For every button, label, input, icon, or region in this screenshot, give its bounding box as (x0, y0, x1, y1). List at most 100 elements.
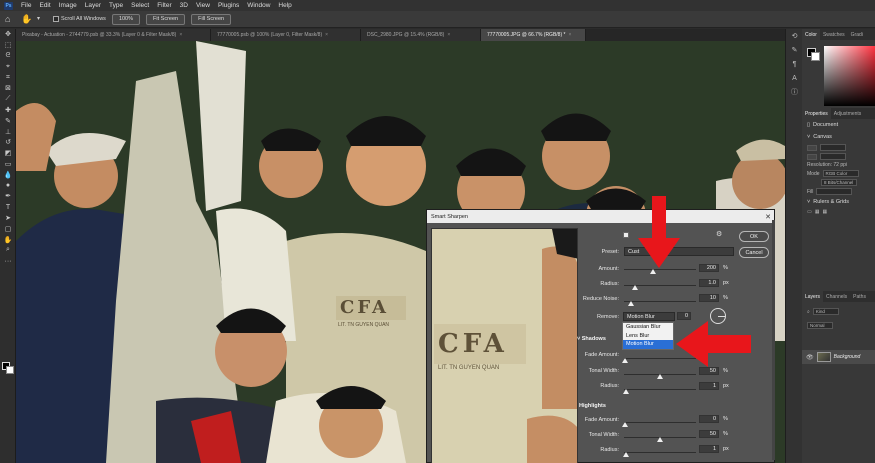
hl-fade-knob[interactable] (622, 422, 628, 427)
tab-channels[interactable]: Channels (823, 291, 850, 302)
close-icon[interactable]: × (447, 32, 450, 38)
move-tool-icon[interactable]: ✥ (0, 29, 16, 40)
option-lens-blur[interactable]: Lens Blur (623, 332, 673, 341)
shadows-tonal-input[interactable]: 50 (699, 367, 719, 375)
menu-plugins[interactable]: Plugins (218, 2, 239, 9)
background-color-swatch[interactable] (6, 366, 14, 374)
quick-select-tool-icon[interactable]: ⌖ (0, 61, 16, 72)
tab-gradients[interactable]: Gradi (848, 29, 866, 40)
menu-layer[interactable]: Layer (85, 2, 101, 9)
history-brush-tool-icon[interactable]: ↺ (0, 137, 16, 148)
menu-edit[interactable]: Edit (39, 2, 50, 9)
character-icon[interactable]: A (786, 71, 803, 85)
hl-radius-knob[interactable] (623, 452, 629, 457)
eyedropper-tool-icon[interactable]: ⟋ (0, 94, 16, 105)
option-motion-blur[interactable]: Motion Blur (623, 340, 673, 349)
cancel-button[interactable]: Cancel (739, 247, 769, 258)
zoom-tool-icon[interactable]: ⌕ (0, 245, 16, 256)
dodge-tool-icon[interactable]: ● (0, 180, 16, 191)
kind-select[interactable]: Kind (812, 308, 839, 315)
hl-tonal-knob[interactable] (657, 437, 663, 442)
menu-3d[interactable]: 3D (180, 2, 188, 9)
menu-select[interactable]: Select (131, 2, 149, 9)
brush-settings-icon[interactable]: ✎ (786, 43, 803, 57)
layer-background[interactable]: 👁 Background (802, 350, 875, 364)
blend-mode-select[interactable]: Normal (807, 322, 833, 329)
hl-radius-slider[interactable] (624, 452, 696, 453)
blur-tool-icon[interactable]: 💧 (0, 169, 16, 180)
tab-doc-1[interactable]: Pixabay - Actuation - 2744779.psb @ 33.3… (16, 29, 211, 41)
menu-file[interactable]: File (21, 2, 31, 9)
pen-tool-icon[interactable]: ✒ (0, 191, 16, 202)
clone-stamp-tool-icon[interactable]: ⊥ (0, 126, 16, 137)
eye-icon[interactable]: 👁 (806, 354, 814, 361)
option-gaussian-blur[interactable]: Gaussian Blur (623, 323, 673, 332)
close-icon[interactable]: × (179, 32, 182, 38)
shadows-radius-slider[interactable] (624, 389, 696, 390)
menu-filter[interactable]: Filter (157, 2, 171, 9)
color-picker-field[interactable] (824, 46, 875, 106)
reduce-noise-input[interactable]: 10 (699, 294, 719, 302)
gradient-tool-icon[interactable]: ▭ (0, 159, 16, 170)
hand-tool-icon[interactable]: ✋ (21, 14, 32, 24)
reduce-noise-slider[interactable] (624, 301, 696, 302)
history-icon[interactable]: ⟲ (786, 29, 803, 43)
menu-view[interactable]: View (196, 2, 210, 9)
lasso-tool-icon[interactable]: ᘓ (0, 51, 16, 62)
mode-select[interactable]: RGB Color (822, 170, 859, 177)
brush-tool-icon[interactable]: ✎ (0, 115, 16, 126)
guides-icon[interactable]: ▦ (822, 209, 827, 215)
frame-tool-icon[interactable]: ⊠ (0, 83, 16, 94)
healing-brush-tool-icon[interactable]: ✚ (0, 105, 16, 116)
shadows-fade-knob[interactable] (622, 358, 628, 363)
menu-help[interactable]: Help (278, 2, 291, 9)
ruler-icon[interactable]: ▭ (807, 209, 812, 215)
amount-input[interactable]: 200 (699, 264, 719, 272)
tab-layers[interactable]: Layers (802, 291, 824, 302)
fit-screen-button[interactable]: Fit Screen (146, 13, 186, 25)
close-icon[interactable]: × (568, 32, 571, 38)
close-icon[interactable]: × (325, 32, 328, 38)
shadows-section-title[interactable]: ˅ Shadows (577, 336, 606, 342)
hl-fade-slider[interactable] (624, 422, 696, 423)
tab-adjustments[interactable]: Adjustments (831, 108, 865, 119)
h-field[interactable] (807, 153, 817, 160)
canvas-section[interactable]: ˅ Canvas (802, 131, 875, 143)
chevron-down-icon[interactable]: ▾ (37, 14, 47, 24)
shadows-tonal-knob[interactable] (657, 374, 663, 379)
paragraph-icon[interactable]: ¶ (786, 57, 803, 71)
tab-doc-2[interactable]: 77770005.psb @ 100% (Layer 0, Filter Mas… (211, 29, 361, 41)
fill-screen-button[interactable]: Fill Screen (191, 13, 232, 25)
settings-gear-icon[interactable]: ⚙ (716, 230, 722, 238)
angle-input[interactable]: 0 (677, 312, 691, 320)
background-color-swatch[interactable] (811, 52, 820, 61)
info-icon[interactable]: ⓘ (786, 85, 803, 99)
highlights-section-title[interactable]: Highlights (579, 403, 606, 409)
menu-window[interactable]: Window (247, 2, 270, 9)
hand-tool-icon[interactable]: ✋ (0, 234, 16, 245)
photoshop-logo[interactable]: Ps (4, 1, 13, 10)
zoom-100-button[interactable]: 100% (111, 13, 141, 25)
tab-color[interactable]: Color (802, 29, 820, 40)
path-select-tool-icon[interactable]: ➤ (0, 213, 16, 224)
radius-input[interactable]: 1.0 (699, 279, 719, 287)
shadows-radius-knob[interactable] (623, 389, 629, 394)
tab-doc-4-active[interactable]: 77770005.JPG @ 66.7% (RGB/8) * × (481, 29, 586, 41)
preview-checkbox[interactable] (623, 232, 629, 238)
home-icon[interactable]: ⌂ (5, 14, 15, 24)
reduce-noise-slider-knob[interactable] (628, 301, 635, 306)
crop-tool-icon[interactable]: ⌗ (0, 72, 16, 83)
hl-fade-input[interactable]: 0 (699, 415, 719, 423)
eraser-tool-icon[interactable]: ◩ (0, 148, 16, 159)
height-input[interactable] (820, 153, 846, 160)
tab-properties[interactable]: Properties (802, 108, 831, 119)
remove-select[interactable]: Motion Blur (623, 312, 675, 321)
tab-swatches[interactable]: Swatches (820, 29, 848, 40)
menu-type[interactable]: Type (109, 2, 123, 9)
tab-doc-3[interactable]: DSC_2980.JPG @ 15.4% (RGB/8) × (361, 29, 481, 41)
hl-tonal-input[interactable]: 50 (699, 430, 719, 438)
tab-paths[interactable]: Paths (850, 291, 869, 302)
radius-slider-knob[interactable] (631, 285, 638, 290)
ok-button[interactable]: OK (739, 231, 769, 242)
dialog-scrollbar[interactable] (772, 220, 775, 460)
